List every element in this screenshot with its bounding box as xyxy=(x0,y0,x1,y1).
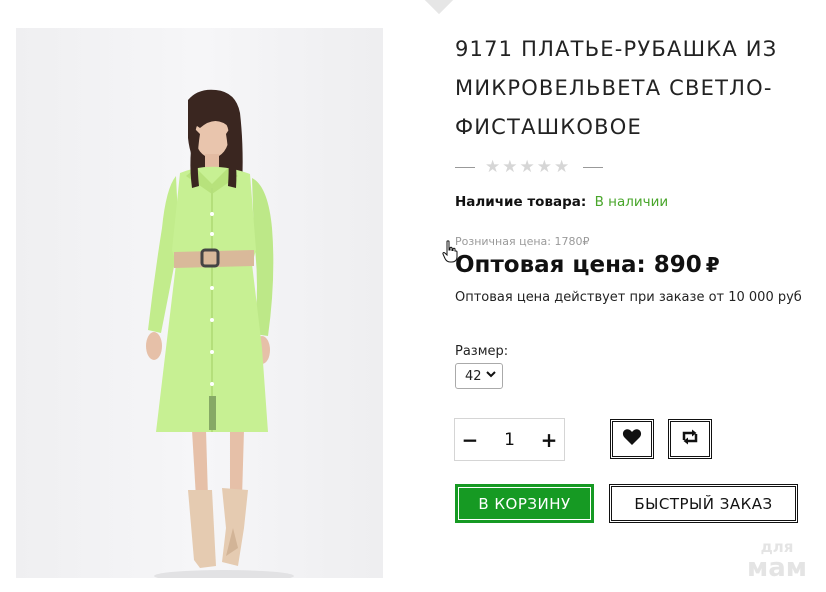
product-title: 9171 ПЛАТЬЕ-РУБАШКА ИЗ МИКРОВЕЛЬВЕТА СВЕ… xyxy=(455,37,778,139)
quantity-decrease-button[interactable]: − xyxy=(455,428,485,452)
chevron-down-icon xyxy=(486,368,496,381)
size-select[interactable]: 42 xyxy=(455,363,503,389)
wholesale-price: Оптовая цена: 890 ₽ xyxy=(455,252,720,278)
ruble-sign: ₽ xyxy=(705,253,720,277)
rating[interactable]: ★★★★★ xyxy=(455,157,604,177)
watermark-logo: для мам xyxy=(740,540,814,583)
wholesale-note: Оптовая цена действует при заказе от 10 … xyxy=(455,290,802,305)
watermark-line-2: мам xyxy=(746,553,808,583)
rating-stars[interactable]: ★★★★★ xyxy=(485,157,571,177)
rating-divider-left xyxy=(455,166,475,168)
wishlist-button[interactable] xyxy=(610,419,654,459)
quick-order-button[interactable]: БЫСТРЫЙ ЗАКАЗ xyxy=(609,484,798,523)
compare-arrows-icon xyxy=(680,428,700,450)
size-selected-value: 42 xyxy=(465,368,482,384)
quantity-increase-button[interactable]: + xyxy=(534,428,564,452)
dropdown-notch xyxy=(424,0,454,15)
rating-divider-right xyxy=(583,166,604,168)
product-image[interactable] xyxy=(16,28,383,578)
heart-icon xyxy=(622,428,642,450)
availability-label: Наличие товара: xyxy=(455,194,587,210)
wholesale-price-text: Оптовая цена: 890 xyxy=(455,252,702,278)
add-to-cart-button[interactable]: В КОРЗИНУ xyxy=(455,484,594,523)
retail-price: Розничная цена: 1780₽ xyxy=(455,235,590,248)
compare-button[interactable] xyxy=(668,419,712,459)
size-label: Размер: xyxy=(455,344,509,359)
availability: Наличие товара: В наличии xyxy=(455,194,668,210)
quantity-value[interactable]: 1 xyxy=(504,430,515,450)
quantity-stepper[interactable]: − 1 + xyxy=(454,418,565,461)
availability-status: В наличии xyxy=(594,194,669,210)
